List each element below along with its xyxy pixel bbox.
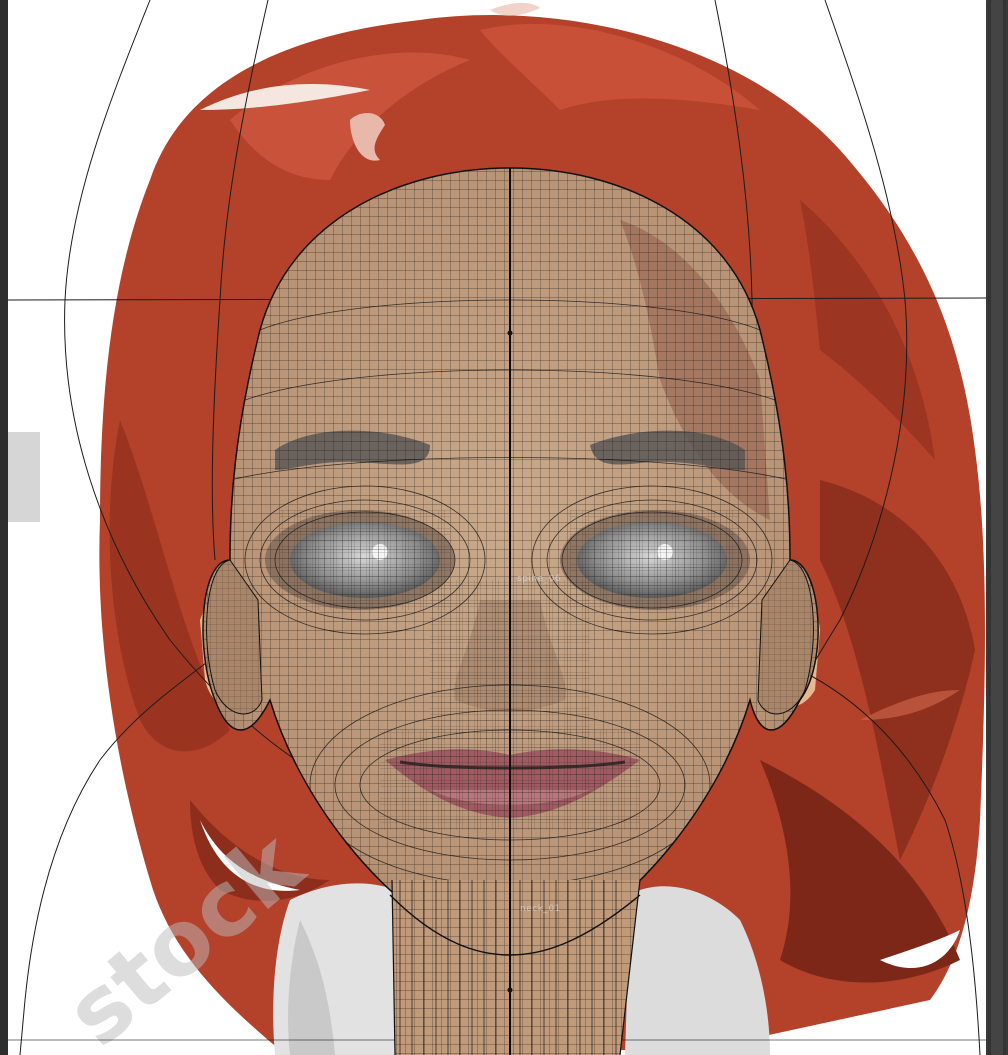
- neck-mesh: [391, 879, 641, 1055]
- joint-marker-neck[interactable]: [507, 987, 513, 993]
- 3d-viewport[interactable]: stock spine_06 neck_01: [0, 0, 1008, 1055]
- bone-label-upper: spine_06: [517, 574, 562, 584]
- scene-canvas[interactable]: stock: [0, 0, 986, 1055]
- vertical-scrollbar[interactable]: [988, 0, 1006, 1055]
- scrollbar-thumb[interactable]: [991, 0, 1003, 1055]
- reference-artifact: [8, 432, 40, 522]
- bone-label-lower: neck_01: [520, 904, 561, 914]
- joint-marker-head[interactable]: [507, 330, 513, 336]
- viewport-right-panel: [986, 0, 1008, 1055]
